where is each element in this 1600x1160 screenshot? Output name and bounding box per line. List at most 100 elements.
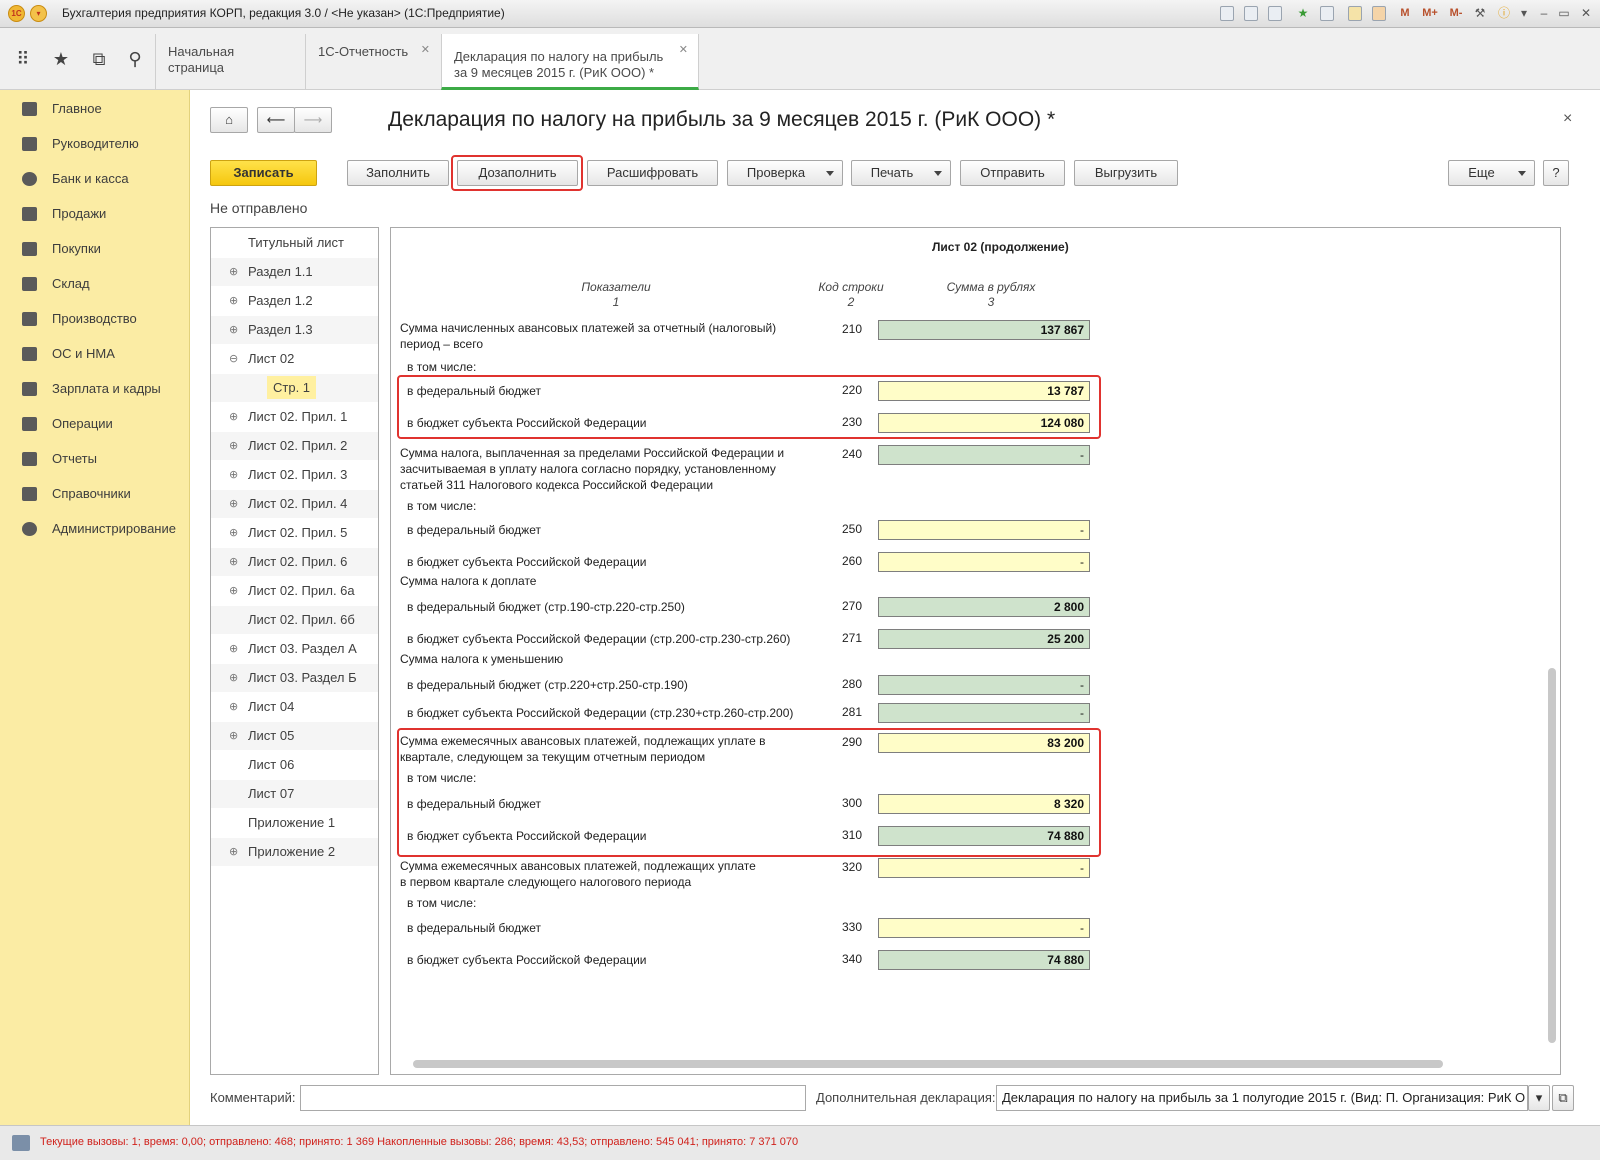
tree-item[interactable]: ⊕ Лист 02. Прил. 6а — [211, 577, 378, 605]
sidebar-item-3[interactable]: Продажи — [0, 199, 190, 229]
favorites-icon[interactable]: ★ — [48, 46, 74, 72]
expand-icon[interactable]: ⊕ — [229, 403, 238, 431]
sidebar-item-5[interactable]: Склад — [0, 269, 190, 299]
tab-1c-reporting[interactable]: 1С-Отчетность ✕ — [305, 34, 440, 90]
expand-icon[interactable]: ⊕ — [229, 490, 238, 518]
close-tab-icon[interactable]: ✕ — [679, 42, 688, 58]
row-sum-field[interactable]: 2 800 — [878, 597, 1090, 617]
expand-icon[interactable]: ⊕ — [229, 635, 238, 663]
more-button[interactable]: Еще — [1448, 160, 1535, 186]
1c-logo-icon[interactable]: 1С — [8, 5, 25, 22]
tree-item[interactable]: ⊕ Лист 02. Прил. 5 — [211, 519, 378, 547]
history-nav-icon[interactable]: ⧉ — [86, 46, 112, 72]
apps-grid-icon[interactable]: ⠿ — [10, 46, 36, 72]
expand-icon[interactable]: ⊕ — [229, 722, 238, 750]
calculator-icon[interactable] — [1348, 6, 1362, 21]
search-icon[interactable]: ⚲ — [122, 46, 148, 72]
expand-icon[interactable]: ⊕ — [229, 664, 238, 692]
collapse-icon[interactable]: ⊖ — [229, 345, 238, 373]
extra-declaration-field[interactable]: Декларация по налогу на прибыль за 1 пол… — [996, 1085, 1528, 1111]
tree-item[interactable]: ⊕ Приложение 2 — [211, 838, 378, 866]
tree-item[interactable]: ⊕ Лист 02. Прил. 3 — [211, 461, 378, 489]
expand-icon[interactable]: ⊕ — [229, 461, 238, 489]
sidebar-item-4[interactable]: Покупки — [0, 234, 190, 264]
tree-item[interactable]: ⊕ Лист 03. Раздел Б — [211, 664, 378, 692]
save-button[interactable]: Записать — [210, 160, 317, 186]
horizontal-scrollbar[interactable] — [413, 1060, 1443, 1068]
expand-icon[interactable]: ⊕ — [229, 693, 238, 721]
comment-field[interactable] — [300, 1085, 806, 1111]
expand-icon[interactable]: ⊕ — [229, 316, 238, 344]
memory-minus-button[interactable]: M- — [1444, 4, 1468, 23]
row-sum-field[interactable]: - — [878, 858, 1090, 878]
expand-icon[interactable]: ⊕ — [229, 432, 238, 460]
tree-item[interactable]: Стр. 1 — [211, 374, 378, 402]
tree-item[interactable]: ⊕ Лист 02. Прил. 4 — [211, 490, 378, 518]
vertical-scrollbar[interactable] — [1548, 668, 1556, 1043]
expand-icon[interactable]: ⊕ — [229, 577, 238, 605]
check-dropdown-button[interactable]: Проверка — [727, 160, 843, 186]
decode-button[interactable]: Расшифровать — [587, 160, 718, 186]
refill-button[interactable]: Дозаполнить — [457, 160, 578, 186]
tree-item[interactable]: Приложение 1 — [211, 809, 378, 837]
close-form-icon[interactable]: × — [1563, 110, 1572, 128]
tree-item[interactable]: ⊕ Лист 02. Прил. 1 — [211, 403, 378, 431]
tree-item[interactable]: Лист 06 — [211, 751, 378, 779]
tree-item[interactable]: ⊕ Раздел 1.3 — [211, 316, 378, 344]
memory-m-button[interactable]: M — [1395, 4, 1415, 23]
row-sum-field[interactable]: - — [878, 703, 1090, 723]
row-sum-field[interactable]: - — [878, 552, 1090, 572]
print-dropdown-button[interactable]: Печать — [851, 160, 951, 186]
fill-button[interactable]: Заполнить — [347, 160, 449, 186]
export-button[interactable]: Выгрузить — [1074, 160, 1178, 186]
tree-item[interactable]: ⊕ Раздел 1.1 — [211, 258, 378, 286]
sidebar-item-7[interactable]: ОС и НМА — [0, 339, 190, 369]
tree-item[interactable]: Лист 02. Прил. 6б — [211, 606, 378, 634]
sidebar-item-9[interactable]: Операции — [0, 409, 190, 439]
dropdown-arrow-button[interactable]: ▾ — [1528, 1085, 1550, 1111]
maximize-icon[interactable]: ▭ — [1554, 4, 1574, 23]
sidebar-item-11[interactable]: Справочники — [0, 479, 190, 509]
expand-icon[interactable]: ⊕ — [229, 548, 238, 576]
memory-plus-button[interactable]: M+ — [1418, 4, 1442, 23]
tree-item[interactable]: ⊖ Лист 02 — [211, 345, 378, 373]
back-button[interactable]: ⟵ — [257, 107, 295, 133]
expand-icon[interactable]: ⊕ — [229, 287, 238, 315]
info-icon[interactable]: ⓘ — [1494, 4, 1514, 23]
close-tab-icon[interactable]: ✕ — [421, 42, 430, 58]
row-sum-field[interactable]: 25 200 — [878, 629, 1090, 649]
tree-item[interactable]: Лист 07 — [211, 780, 378, 808]
close-window-icon[interactable]: ✕ — [1576, 4, 1596, 23]
calendar-icon[interactable] — [1372, 6, 1386, 21]
expand-icon[interactable]: ⊕ — [229, 519, 238, 547]
favorites-star-icon[interactable]: ★ — [1293, 4, 1313, 23]
tab-home[interactable]: Начальная страница — [155, 34, 305, 90]
sidebar-item-1[interactable]: Руководителю — [0, 129, 190, 159]
sidebar-item-8[interactable]: Зарплата и кадры — [0, 374, 190, 404]
help-button[interactable]: ? — [1543, 160, 1569, 186]
history-icon[interactable] — [1320, 6, 1334, 21]
open-icon[interactable]: ⧉ — [1552, 1085, 1574, 1111]
row-sum-field[interactable]: - — [878, 675, 1090, 695]
chevron-down-icon[interactable]: ▾ — [1514, 4, 1534, 23]
sidebar-item-0[interactable]: Главное — [0, 94, 190, 124]
sidebar-item-6[interactable]: Производство — [0, 304, 190, 334]
row-sum-field[interactable]: 74 880 — [878, 950, 1090, 970]
forward-button[interactable]: ⟶ — [294, 107, 332, 133]
sidebar-item-2[interactable]: Банк и касса — [0, 164, 190, 194]
row-sum-field[interactable]: 137 867 — [878, 320, 1090, 340]
home-button[interactable]: ⌂ — [210, 107, 248, 133]
tree-item[interactable]: ⊕ Лист 03. Раздел А — [211, 635, 378, 663]
tree-item[interactable]: ⊕ Лист 04 — [211, 693, 378, 721]
save-icon[interactable] — [1220, 6, 1234, 21]
row-sum-field[interactable]: - — [878, 520, 1090, 540]
tree-item[interactable]: Титульный лист — [211, 229, 378, 257]
sidebar-item-10[interactable]: Отчеты — [0, 444, 190, 474]
minimize-icon[interactable]: – — [1534, 4, 1554, 23]
preview-icon[interactable] — [1268, 6, 1282, 21]
tree-item[interactable]: ⊕ Раздел 1.2 — [211, 287, 378, 315]
print-icon[interactable] — [1244, 6, 1258, 21]
sidebar-item-12[interactable]: Администрирование — [0, 514, 190, 544]
tree-item[interactable]: ⊕ Лист 02. Прил. 6 — [211, 548, 378, 576]
row-sum-field[interactable]: - — [878, 445, 1090, 465]
